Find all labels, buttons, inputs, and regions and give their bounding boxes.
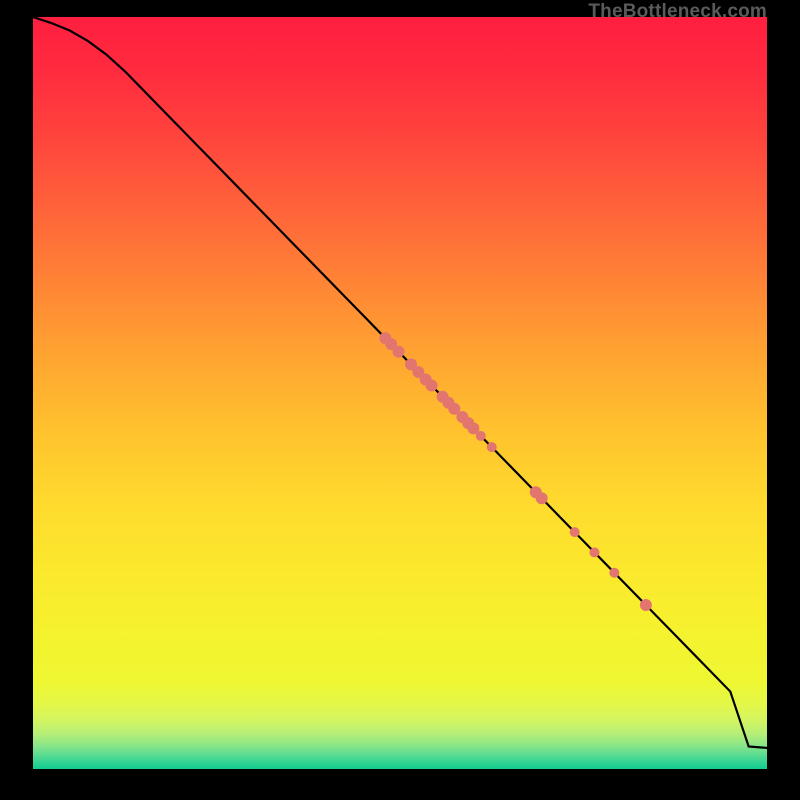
- data-marker: [487, 442, 497, 452]
- chart-overlay: [33, 17, 767, 769]
- chart-stage: TheBottleneck.com: [0, 0, 800, 800]
- data-marker: [609, 568, 619, 578]
- data-marker: [590, 547, 600, 557]
- plot-area: [33, 17, 767, 769]
- data-marker: [426, 379, 438, 391]
- trend-line: [33, 17, 767, 748]
- data-marker: [570, 527, 580, 537]
- data-marker: [476, 431, 486, 441]
- data-marker: [640, 599, 652, 611]
- watermark-label: TheBottleneck.com: [588, 1, 767, 23]
- data-marker: [536, 492, 548, 504]
- data-marker: [393, 346, 405, 358]
